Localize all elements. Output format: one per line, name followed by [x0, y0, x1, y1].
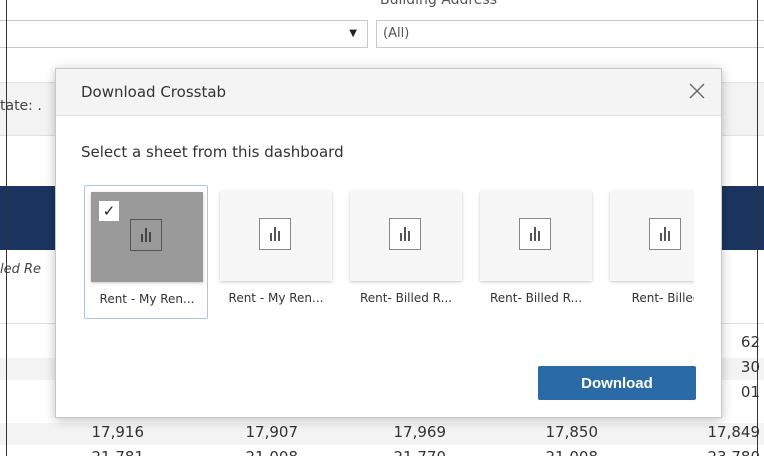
- sheet-label: Rent- Billed: [631, 291, 694, 305]
- table-cell: 21,008: [246, 448, 299, 456]
- dialog-header: Download Crosstab: [56, 69, 721, 116]
- bar-chart-icon: [130, 219, 162, 251]
- sheet-label: Rent - My Ren...: [228, 291, 324, 305]
- table-cell: 23,780: [708, 448, 761, 456]
- bar-chart-icon: [519, 218, 551, 250]
- sheet-thumbnail: [220, 191, 332, 281]
- sheet-card[interactable]: Rent- Billed: [604, 185, 694, 319]
- sheet-thumbnail: [480, 191, 592, 281]
- bar-chart-icon: [649, 218, 681, 250]
- sheet-label: Rent- Billed R...: [489, 291, 583, 305]
- table-cell: 17,916: [91, 423, 145, 441]
- download-button[interactable]: Download: [538, 366, 696, 400]
- right-border-line: [757, 0, 758, 456]
- sheet-card[interactable]: ✓ Rent - My Ren...: [84, 185, 208, 319]
- caret-down-icon: ▼: [349, 28, 357, 39]
- building-address-filter-label: Building Address: [380, 0, 497, 8]
- close-icon[interactable]: [687, 81, 707, 101]
- sheet-thumbnail: [610, 191, 694, 281]
- sheet-label: Rent - My Ren...: [99, 292, 195, 306]
- filter-dropdown[interactable]: ▼: [0, 20, 368, 48]
- sheet-card[interactable]: Rent- Billed R...: [474, 185, 598, 319]
- sheet-card[interactable]: Rent - My Ren...: [214, 185, 338, 319]
- table-row: 21,781 21,008 21,770 21,008 23,780: [0, 448, 764, 456]
- bar-chart-icon: [259, 218, 291, 250]
- table-cell: 17,907: [245, 423, 299, 441]
- sheet-list: ✓ Rent - My Ren... Rent - My Ren... Rent…: [84, 185, 694, 325]
- left-border-line: [6, 0, 7, 456]
- sheet-thumbnail: ✓: [91, 192, 203, 282]
- dashboard-page: Building Address ▼ (All) tate: . led Re …: [0, 0, 764, 456]
- table-row: 17,916 17,907 17,969 17,850 17,849: [0, 423, 764, 445]
- table-cell: 21,770: [394, 448, 447, 456]
- sheet-card[interactable]: Rent- Billed R...: [344, 185, 468, 319]
- dialog-subtitle: Select a sheet from this dashboard: [81, 143, 344, 161]
- sheet-label: Rent- Billed R...: [359, 291, 453, 305]
- download-crosstab-dialog: Download Crosstab Select a sheet from th…: [55, 68, 722, 418]
- table-cell: 17,849: [707, 423, 761, 441]
- table-cell: 21,781: [92, 448, 145, 456]
- table-cell: 17,850: [545, 423, 599, 441]
- building-address-dropdown[interactable]: (All): [376, 20, 764, 48]
- bar-chart-icon: [389, 218, 421, 250]
- table-cell: 17,969: [393, 423, 447, 441]
- dialog-title: Download Crosstab: [81, 83, 227, 101]
- sheet-thumbnail: [350, 191, 462, 281]
- checkmark-icon: ✓: [99, 201, 119, 221]
- table-cell: 21,008: [546, 448, 599, 456]
